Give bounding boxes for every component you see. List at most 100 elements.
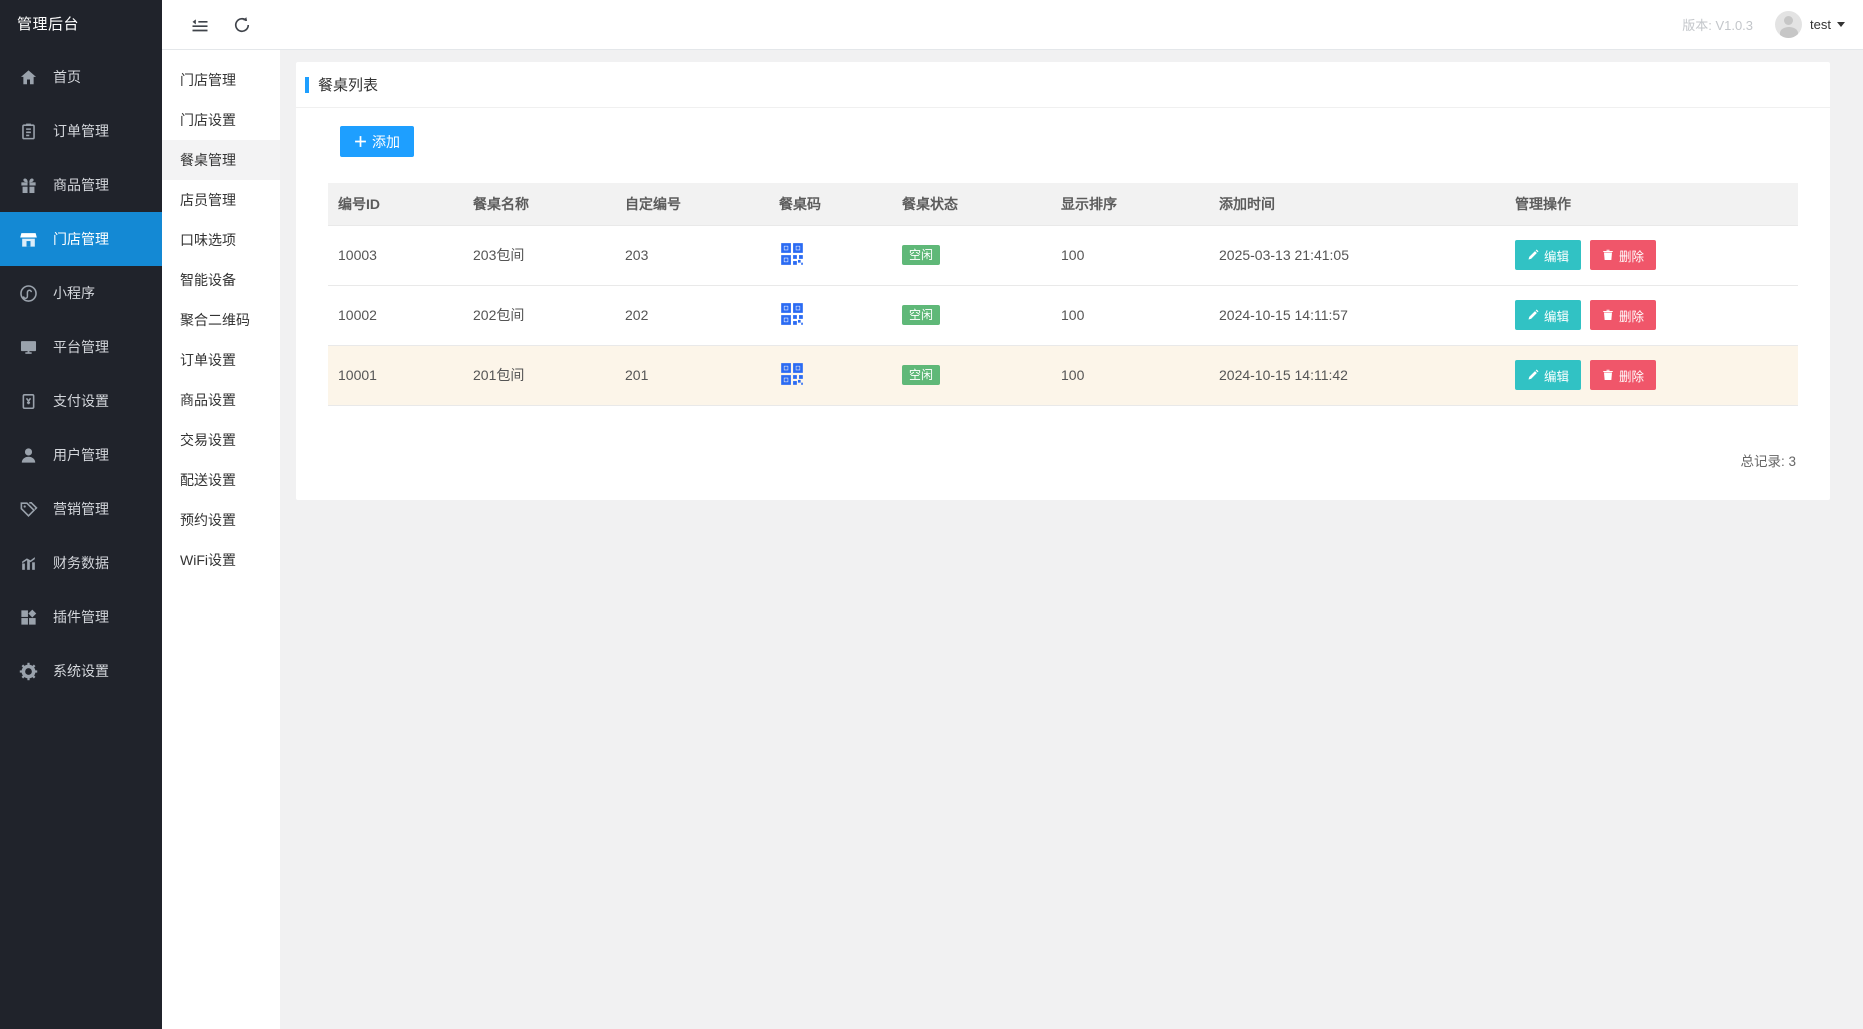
sidebar-item-label: 平台管理 xyxy=(53,337,109,357)
miniprogram-icon xyxy=(19,284,38,303)
cell-code: 202 xyxy=(615,285,769,345)
trash-icon xyxy=(1602,309,1614,321)
card-header: 餐桌列表 xyxy=(296,62,1830,108)
col-header-id: 编号ID xyxy=(328,183,463,225)
sidebar-item-platform[interactable]: 平台管理 xyxy=(0,320,162,374)
user-menu[interactable]: test xyxy=(1810,17,1845,32)
delete-button-label: 删除 xyxy=(1619,246,1644,265)
submenu-item-aggregate-qrcode[interactable]: 聚合二维码 xyxy=(162,300,280,340)
sidebar-item-miniprogram[interactable]: 小程序 xyxy=(0,266,162,320)
status-badge: 空闲 xyxy=(902,305,940,325)
sidebar-item-marketing[interactable]: 营销管理 xyxy=(0,482,162,536)
sidebar-item-finance[interactable]: 财务数据 xyxy=(0,536,162,590)
cell-sort: 100 xyxy=(1051,225,1209,285)
submenu-item-flavor-options[interactable]: 口味选项 xyxy=(162,220,280,260)
user-icon xyxy=(19,446,38,465)
delete-button-label: 删除 xyxy=(1619,306,1644,325)
table-card: 餐桌列表 添加 编号I xyxy=(296,62,1830,500)
submenu-item-table-management[interactable]: 餐桌管理 xyxy=(162,140,280,180)
cell-name: 202包间 xyxy=(463,285,615,345)
sidebar-item-products[interactable]: 商品管理 xyxy=(0,158,162,212)
edit-button-label: 编辑 xyxy=(1544,366,1569,385)
submenu-item-store-settings[interactable]: 门店设置 xyxy=(162,100,280,140)
sidebar-item-label: 支付设置 xyxy=(53,391,109,411)
edit-button[interactable]: 编辑 xyxy=(1515,240,1581,270)
refresh-icon[interactable] xyxy=(232,15,252,35)
title-marker xyxy=(305,77,309,93)
delete-button[interactable]: 删除 xyxy=(1590,360,1656,390)
sidebar-item-orders[interactable]: 订单管理 xyxy=(0,104,162,158)
chevron-down-icon xyxy=(1837,22,1845,27)
sidebar-item-label: 首页 xyxy=(53,67,81,87)
sidebar-item-settings[interactable]: 系统设置 xyxy=(0,644,162,698)
sidebar-item-payment[interactable]: 支付设置 xyxy=(0,374,162,428)
status-badge: 空闲 xyxy=(902,245,940,265)
cell-sort: 100 xyxy=(1051,285,1209,345)
app-root: 管理后台 首页 订单管理 商品管理 xyxy=(0,0,1863,1029)
main-column: 版本: V1.0.3 test 门店管理 门店设置 餐桌管理 店员管理 口味选项… xyxy=(162,0,1863,1029)
cell-name: 203包间 xyxy=(463,225,615,285)
sidebar-item-label: 系统设置 xyxy=(53,661,109,681)
cell-time: 2024-10-15 14:11:42 xyxy=(1209,345,1505,405)
sidebar-item-store[interactable]: 门店管理 xyxy=(0,212,162,266)
pencil-icon xyxy=(1527,249,1539,261)
edit-button[interactable]: 编辑 xyxy=(1515,360,1581,390)
collapse-menu-icon[interactable] xyxy=(190,15,210,35)
avatar[interactable] xyxy=(1775,11,1802,38)
col-header-time: 添加时间 xyxy=(1209,183,1505,225)
submenu-item-trade-settings[interactable]: 交易设置 xyxy=(162,420,280,460)
submenu-item-order-settings[interactable]: 订单设置 xyxy=(162,340,280,380)
delete-button[interactable]: 删除 xyxy=(1590,300,1656,330)
qr-code-icon[interactable] xyxy=(779,301,805,327)
sidebar-item-label: 插件管理 xyxy=(53,607,109,627)
add-button[interactable]: 添加 xyxy=(340,126,414,157)
submenu-item-smart-devices[interactable]: 智能设备 xyxy=(162,260,280,300)
sidebar-item-home[interactable]: 首页 xyxy=(0,50,162,104)
submenu-item-store-group[interactable]: 门店管理 xyxy=(162,60,280,100)
monitor-icon xyxy=(19,338,38,357)
sidebar-item-plugins[interactable]: 插件管理 xyxy=(0,590,162,644)
submenu-item-delivery-settings[interactable]: 配送设置 xyxy=(162,460,280,500)
plus-icon xyxy=(354,135,367,148)
delete-button-label: 删除 xyxy=(1619,366,1644,385)
primary-sidebar: 管理后台 首页 订单管理 商品管理 xyxy=(0,0,162,1029)
trash-icon xyxy=(1602,249,1614,261)
main-content: 餐桌列表 添加 编号I xyxy=(280,50,1863,1029)
submenu-item-staff[interactable]: 店员管理 xyxy=(162,180,280,220)
payment-icon xyxy=(19,392,38,411)
submenu-item-product-settings[interactable]: 商品设置 xyxy=(162,380,280,420)
total-records-value: 3 xyxy=(1788,454,1796,469)
submenu-item-wifi-settings[interactable]: WiFi设置 xyxy=(162,540,280,580)
secondary-sidebar: 门店管理 门店设置 餐桌管理 店员管理 口味选项 智能设备 聚合二维码 订单设置… xyxy=(162,50,280,1029)
order-clipboard-icon xyxy=(19,122,38,141)
storefront-icon xyxy=(19,230,38,249)
sidebar-item-label: 订单管理 xyxy=(53,121,109,141)
col-header-code: 自定编号 xyxy=(615,183,769,225)
delete-button[interactable]: 删除 xyxy=(1590,240,1656,270)
sidebar-item-label: 小程序 xyxy=(53,283,95,303)
sidebar-item-users[interactable]: 用户管理 xyxy=(0,428,162,482)
cell-sort: 100 xyxy=(1051,345,1209,405)
page-title: 餐桌列表 xyxy=(318,74,378,95)
qr-code-icon[interactable] xyxy=(779,241,805,267)
submenu-item-reservation-settings[interactable]: 预约设置 xyxy=(162,500,280,540)
col-header-actions: 管理操作 xyxy=(1505,183,1798,225)
plugin-icon xyxy=(19,608,38,627)
cell-code: 203 xyxy=(615,225,769,285)
col-header-qrcode: 餐桌码 xyxy=(769,183,892,225)
home-icon xyxy=(19,68,38,87)
trash-icon xyxy=(1602,369,1614,381)
table-row: 10003 203包间 203 空闲 100 2025-03-13 21:41:… xyxy=(328,225,1798,285)
qr-code-icon[interactable] xyxy=(779,361,805,387)
col-header-name: 餐桌名称 xyxy=(463,183,615,225)
cell-name: 201包间 xyxy=(463,345,615,405)
table-header-row: 编号ID 餐桌名称 自定编号 餐桌码 餐桌状态 显示排序 添加时间 管理操作 xyxy=(328,183,1798,225)
total-records-label: 总记录: xyxy=(1740,454,1784,469)
gear-icon xyxy=(19,662,38,681)
edit-button[interactable]: 编辑 xyxy=(1515,300,1581,330)
sidebar-item-label: 门店管理 xyxy=(53,229,109,249)
gift-icon xyxy=(19,176,38,195)
cell-code: 201 xyxy=(615,345,769,405)
cell-id: 10001 xyxy=(328,345,463,405)
pencil-icon xyxy=(1527,309,1539,321)
